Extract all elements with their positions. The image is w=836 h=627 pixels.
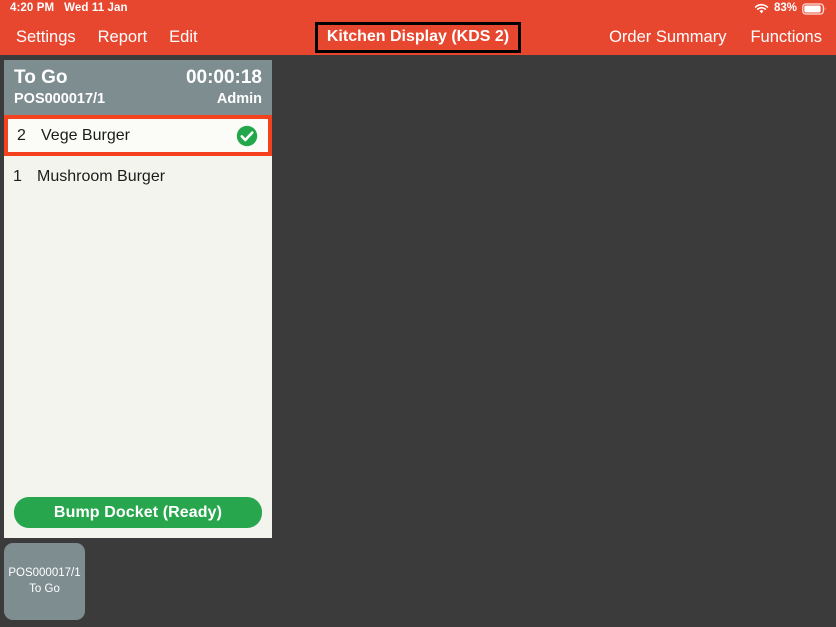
kds-screen: 4:20 PM Wed 11 Jan 83% Settings Report E… [0, 0, 836, 627]
battery-icon [802, 3, 827, 15]
docket-card[interactable]: To Go 00:00:18 POS000017/1 Admin 2 Vege … [4, 60, 272, 538]
nav-edit[interactable]: Edit [169, 29, 197, 46]
bump-button-container: Bump Docket (Ready) [4, 497, 272, 528]
nav-left-group: Settings Report Edit [16, 19, 198, 55]
docket-header-bottom-row: POS000017/1 Admin [14, 90, 262, 110]
page-title: Kitchen Display (KDS 2) [326, 27, 510, 45]
docket-dock: POS000017/1 To Go [4, 543, 85, 620]
nav-report[interactable]: Report [98, 29, 148, 46]
dock-tile-reference: POS000017/1 [8, 566, 81, 579]
status-time: 4:20 PM [10, 2, 55, 14]
top-bar: 4:20 PM Wed 11 Jan 83% Settings Report E… [0, 0, 836, 55]
docket-timer: 00:00:18 [185, 67, 262, 88]
docket-header: To Go 00:00:18 POS000017/1 Admin [4, 60, 272, 115]
nav-functions[interactable]: Functions [750, 29, 822, 46]
item-ready-check-icon[interactable] [236, 125, 258, 147]
ios-status-bar: 4:20 PM Wed 11 Jan 83% [0, 0, 836, 19]
docket-item-row-selected[interactable]: 2 Vege Burger [4, 115, 272, 156]
item-quantity: 1 [13, 167, 22, 185]
bump-docket-button[interactable]: Bump Docket (Ready) [14, 497, 262, 528]
item-ready-placeholder [240, 166, 262, 188]
page-title-highlight: Kitchen Display (KDS 2) [314, 21, 522, 53]
nav-right-group: Order Summary Functions [609, 19, 822, 55]
docket-reference: POS000017/1 [14, 90, 106, 107]
dock-tile-order-type: To Go [29, 582, 60, 595]
status-bar-right: 83% [754, 2, 827, 15]
docket-item-row[interactable]: 1 Mushroom Burger [4, 156, 272, 197]
status-date: Wed 11 Jan [64, 2, 128, 14]
wifi-icon [754, 3, 769, 15]
nav-settings[interactable]: Settings [16, 29, 76, 46]
docket-header-top-row: To Go 00:00:18 [14, 66, 262, 90]
docket-user: Admin [216, 90, 262, 107]
battery-percent-label: 83% [773, 2, 797, 14]
docket-body: 2 Vege Burger 1 Mushroom Burger Bump Doc… [4, 115, 272, 538]
docket-item-list: 2 Vege Burger 1 Mushroom Burger [4, 115, 272, 197]
item-name: Mushroom Burger [37, 168, 166, 185]
docket-order-type: To Go [14, 67, 68, 88]
item-quantity: 2 [17, 126, 26, 144]
status-bar-left: 4:20 PM Wed 11 Jan [10, 2, 128, 14]
nav-order-summary[interactable]: Order Summary [609, 29, 726, 46]
item-name: Vege Burger [41, 127, 130, 144]
dock-tile-pos000017-1[interactable]: POS000017/1 To Go [4, 543, 85, 620]
